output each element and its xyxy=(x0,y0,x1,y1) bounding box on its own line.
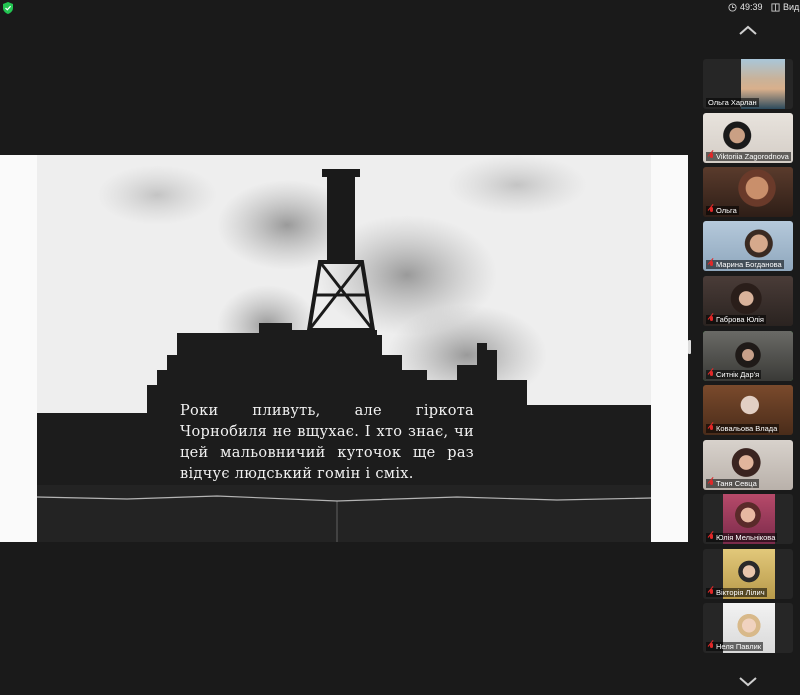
mic-muted-icon xyxy=(708,534,714,541)
presentation-slide: Роки пливуть, але гіркота Чорнобиля не в… xyxy=(37,155,651,542)
mic-muted-icon xyxy=(708,589,714,596)
participant-name: Ситнік Дар'я xyxy=(716,370,760,379)
mic-muted-icon xyxy=(708,316,714,323)
scroll-down-chevron-icon[interactable] xyxy=(737,676,759,688)
participant-name: Таня Севца xyxy=(716,479,757,488)
participant-name: Вікторія Лілич xyxy=(716,588,765,597)
split-handle[interactable] xyxy=(688,340,691,354)
mic-muted-icon xyxy=(708,261,714,268)
participant-name: Ковальова Влада xyxy=(716,424,778,433)
mic-muted-icon xyxy=(708,207,714,214)
participant-tile[interactable]: Неля Павлик xyxy=(703,603,793,653)
clock-icon xyxy=(728,2,737,12)
participant-name: Юлія Мельнікова xyxy=(716,533,776,542)
participant-name: Марина Богданова xyxy=(716,260,782,269)
participant-tile[interactable]: Марина Богданова xyxy=(703,221,793,271)
participant-name: Viktoriia Zagorodnova xyxy=(716,152,789,161)
participant-name: Ольга Харлан xyxy=(708,98,757,107)
slide-caption: Роки пливуть, але гіркота Чорнобиля не в… xyxy=(180,403,474,482)
mic-muted-icon xyxy=(708,643,714,650)
scroll-up-chevron-icon[interactable] xyxy=(737,24,759,36)
participant-tile[interactable]: Габрова Юлія xyxy=(703,276,793,326)
participant-tile[interactable]: Вікторія Лілич xyxy=(703,549,793,599)
mic-muted-icon xyxy=(708,153,714,160)
participant-tile[interactable]: Viktoriia Zagorodnova xyxy=(703,113,793,163)
view-button[interactable]: Вид xyxy=(771,2,799,12)
shield-check-icon[interactable] xyxy=(3,2,13,14)
meeting-timer: 49:39 xyxy=(728,2,763,12)
mic-muted-icon xyxy=(708,480,714,487)
view-label: Вид xyxy=(783,2,800,12)
participant-name: Ольга xyxy=(716,206,737,215)
mic-muted-icon xyxy=(708,371,714,378)
participant-tile[interactable]: Таня Севца xyxy=(703,440,793,490)
timer-text: 49:39 xyxy=(740,2,763,12)
shared-screen: Роки пливуть, але гіркота Чорнобиля не в… xyxy=(0,155,688,542)
grid-view-icon xyxy=(771,2,780,12)
participant-tile[interactable]: Ольга Харлан xyxy=(703,59,793,109)
participant-name: Неля Павлик xyxy=(716,642,762,651)
participant-tile[interactable]: Ковальова Влада xyxy=(703,385,793,435)
participant-name: Габрова Юлія xyxy=(716,315,764,324)
participant-tile[interactable]: Ольга xyxy=(703,167,793,217)
top-bar: 49:39 Вид xyxy=(0,0,800,16)
participant-tile[interactable]: Юлія Мельнікова xyxy=(703,494,793,544)
participant-tile-active-speaker[interactable]: Ситнік Дар'я xyxy=(703,331,793,381)
mic-muted-icon xyxy=(708,425,714,432)
